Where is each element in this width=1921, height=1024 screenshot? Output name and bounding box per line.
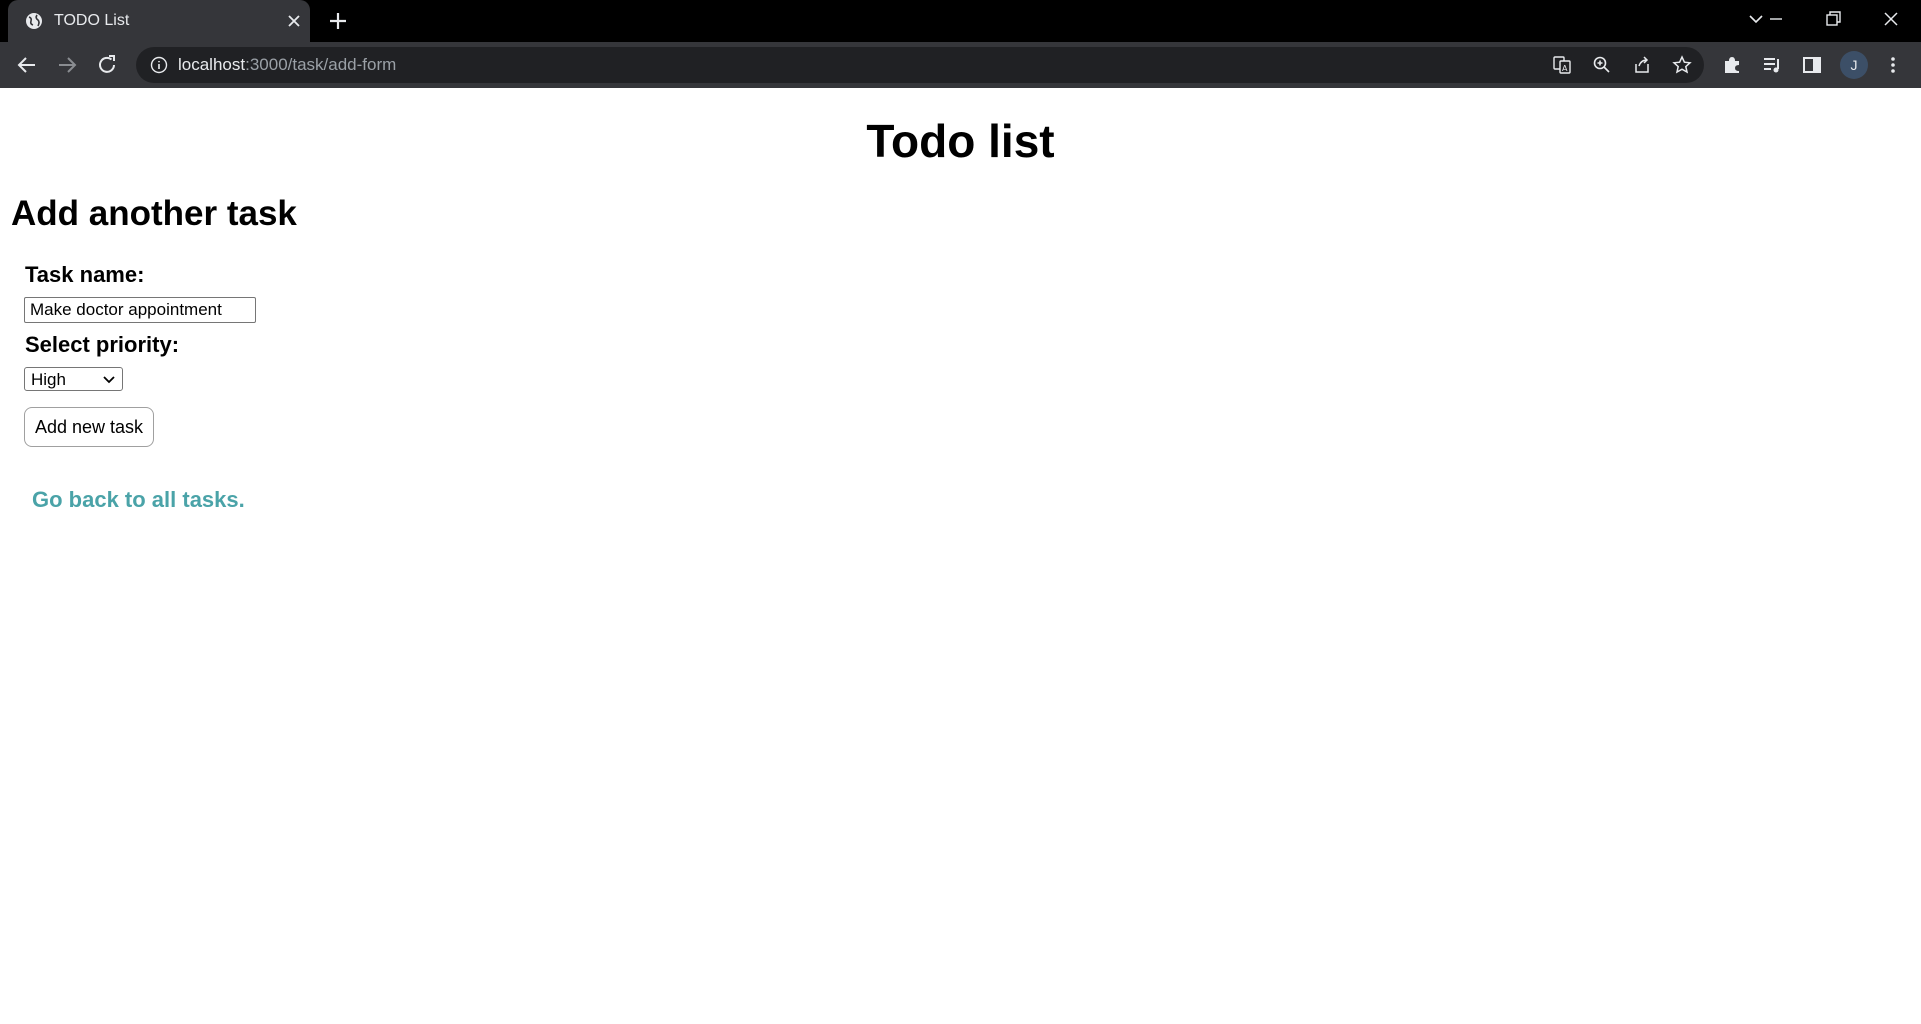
- profile-avatar[interactable]: J: [1840, 51, 1868, 79]
- puzzle-icon[interactable]: [1721, 54, 1743, 76]
- reload-icon[interactable]: [93, 51, 121, 79]
- browser-toolbar: localhost:3000/task/add-form A J: [0, 42, 1921, 88]
- browser-tabstrip: TODO List: [0, 0, 1921, 42]
- close-window-icon[interactable]: [1879, 7, 1903, 31]
- task-name-input[interactable]: [24, 297, 256, 323]
- media-queue-icon[interactable]: [1761, 54, 1783, 76]
- priority-label: Select priority:: [25, 332, 180, 357]
- priority-select[interactable]: High: [24, 367, 123, 391]
- zoom-icon[interactable]: [1592, 55, 1612, 75]
- add-new-task-button[interactable]: Add new task: [24, 407, 154, 447]
- browser-tab-active[interactable]: TODO List: [8, 0, 310, 42]
- side-panel-icon[interactable]: [1801, 54, 1823, 76]
- translate-icon[interactable]: A: [1552, 55, 1572, 75]
- tab-title: TODO List: [54, 12, 130, 29]
- restore-icon[interactable]: [1821, 7, 1845, 31]
- kebab-menu-icon[interactable]: [1882, 54, 1904, 76]
- section-title: Add another task: [11, 194, 297, 233]
- close-icon[interactable]: [284, 11, 304, 31]
- url-host: localhost: [178, 55, 246, 74]
- page-title: Todo list: [866, 115, 1055, 167]
- globe-icon: [26, 13, 42, 29]
- arrow-left-icon[interactable]: [13, 51, 41, 79]
- chevron-down-icon: [103, 376, 115, 384]
- info-icon[interactable]: [150, 56, 168, 74]
- back-to-all-tasks-link[interactable]: Go back to all tasks.: [32, 487, 245, 513]
- page-content: Todo list Add another task Task name: Se…: [0, 88, 1921, 1024]
- priority-selected-value: High: [31, 370, 66, 389]
- url-path: :3000/task/add-form: [245, 55, 397, 74]
- task-name-label: Task name:: [25, 262, 145, 287]
- plus-icon[interactable]: [326, 9, 350, 33]
- arrow-right-icon[interactable]: [53, 51, 81, 79]
- svg-text:A: A: [1562, 64, 1568, 73]
- star-icon[interactable]: [1672, 55, 1692, 75]
- share-icon[interactable]: [1632, 55, 1652, 75]
- url-text: localhost:3000/task/add-form: [178, 55, 396, 75]
- minimize-icon[interactable]: [1764, 7, 1788, 31]
- address-bar[interactable]: localhost:3000/task/add-form A: [136, 47, 1704, 83]
